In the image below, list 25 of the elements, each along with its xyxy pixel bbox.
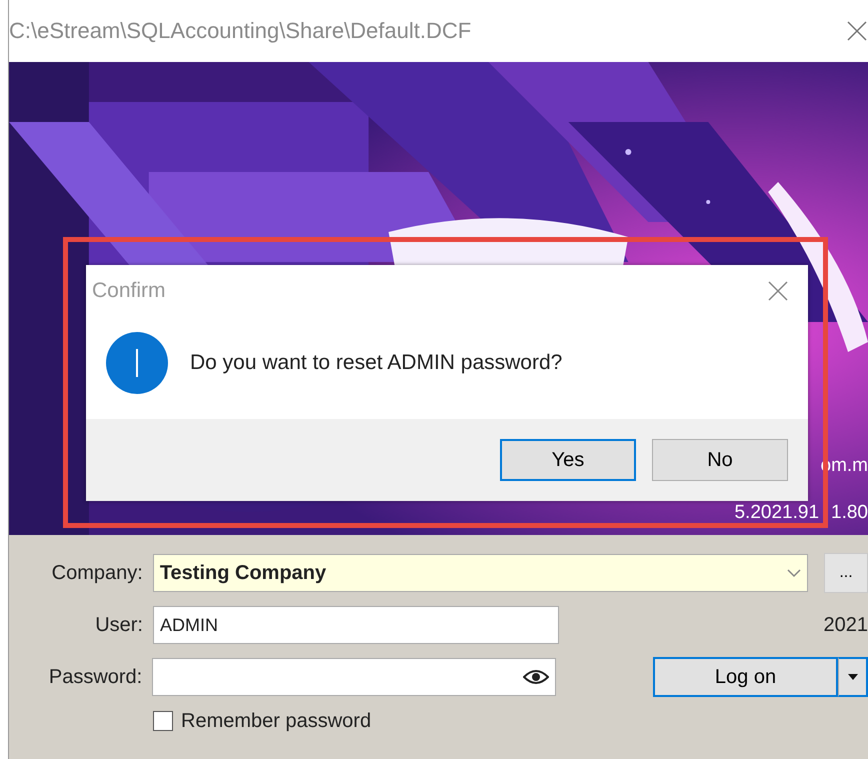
remember-checkbox[interactable] bbox=[153, 711, 173, 731]
info-icon bbox=[106, 332, 168, 394]
user-label: User: bbox=[94, 614, 143, 636]
yes-button[interactable]: Yes bbox=[500, 439, 636, 481]
no-button[interactable]: No bbox=[652, 439, 788, 481]
version-text: 1.80 bbox=[831, 502, 868, 524]
user-field[interactable]: ADMIN bbox=[153, 606, 559, 644]
year-text: 2021 bbox=[824, 614, 868, 636]
dialog-message: Do you want to reset ADMIN password? bbox=[190, 351, 562, 375]
password-field[interactable] bbox=[152, 658, 556, 696]
browse-button[interactable]: ... bbox=[824, 553, 868, 593]
close-icon[interactable] bbox=[846, 20, 868, 42]
company-label: Company: bbox=[50, 562, 143, 584]
password-label: Password: bbox=[48, 666, 142, 688]
caret-icon bbox=[848, 674, 858, 680]
dialog-title: Confirm bbox=[92, 279, 166, 303]
version-text: 5.2021.91 bbox=[734, 502, 820, 524]
dropdown-button[interactable] bbox=[838, 657, 868, 697]
company-dropdown[interactable]: Testing Company bbox=[152, 554, 808, 592]
chevron-down-icon bbox=[787, 568, 801, 578]
close-icon[interactable] bbox=[768, 281, 788, 301]
log-on-button[interactable]: Log on bbox=[652, 657, 838, 697]
remember-label[interactable]: Remember password bbox=[181, 710, 372, 732]
window-title: C:\eStream\SQLAccounting\Share\Default.DCF bbox=[9, 18, 472, 44]
eye-icon[interactable] bbox=[522, 669, 549, 685]
